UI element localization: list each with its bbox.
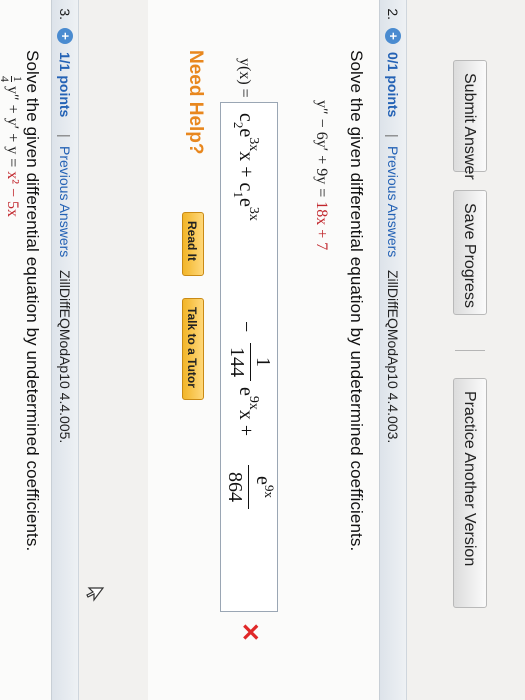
question-2-header: 2. + 0/1 points | Previous Answers ZillD… (379, 0, 406, 700)
question-id: ZillDiffEQModAp10 4.4.003. (385, 270, 401, 444)
submit-answer-button[interactable]: Submit Answer (453, 60, 487, 180)
mouse-pointer-icon (86, 587, 105, 602)
equation-left-side: y″ − 6y′ + 9y = (313, 100, 330, 198)
header-separator: | (57, 134, 73, 138)
question-2-card: 2. + 0/1 points | Previous Answers ZillD… (148, 0, 407, 700)
question-3-card: 3. + 1/1 points | Previous Answers ZillD… (0, 0, 79, 700)
question-3-header: 3. + 1/1 points | Previous Answers ZillD… (51, 0, 78, 700)
question-prompt: Solve the given differential equation by… (347, 50, 366, 552)
equation-left-side: y″ + y′ + y = (3, 86, 21, 168)
differential-equation: 1 4 y″ + y′ + y = x² − 5x (0, 76, 25, 218)
need-help-label: Need Help? (185, 50, 206, 155)
answer-term-3: e9xx + (235, 387, 261, 437)
differential-equation: y″ − 6y′ + 9y = 18x + 7 (312, 100, 330, 250)
answer-input[interactable]: c2e3xx + c1e3x − 1 144 e9xx + e9x 864 (220, 102, 278, 612)
equation-right-side: 18x + 7 (313, 201, 330, 251)
question-id: ZillDiffEQModAp10 4.4.005. (57, 270, 73, 444)
points-label: 1/1 points (57, 52, 73, 118)
header-separator: | (385, 134, 401, 138)
expand-plus-icon[interactable]: + (57, 28, 73, 44)
toolbar-divider (455, 350, 485, 351)
previous-answers-link[interactable]: Previous Answers (380, 146, 406, 257)
points-label: 0/1 points (385, 52, 401, 118)
incorrect-x-icon: ✕ (236, 622, 263, 643)
toolbar: Submit Answer Save Progress Practice Ano… (443, 60, 495, 680)
answer-fraction-1: 1 144 (224, 343, 275, 381)
answer-term-1: c2e3xx + c1e3x (231, 113, 261, 221)
expand-plus-icon[interactable]: + (385, 28, 401, 44)
equation-right-side: x² − 5x (3, 171, 21, 218)
previous-answers-link[interactable]: Previous Answers (52, 146, 78, 257)
question-prompt: Solve the given differential equation by… (23, 50, 42, 552)
question-number: 2. (385, 8, 401, 20)
answer-minus: − (235, 321, 257, 333)
talk-to-tutor-button[interactable]: Talk to a Tutor (182, 298, 204, 400)
read-it-button[interactable]: Read It (182, 212, 204, 276)
practice-another-version-button[interactable]: Practice Another Version (453, 378, 487, 608)
webassign-page: Submit Answer Save Progress Practice Ano… (0, 0, 525, 700)
answer-label: y(x) = (236, 58, 253, 98)
question-number: 3. (57, 8, 73, 20)
equation-fraction: 1 4 (0, 76, 25, 82)
answer-fraction-2: e9x 864 (222, 465, 277, 509)
save-progress-button[interactable]: Save Progress (453, 190, 487, 315)
